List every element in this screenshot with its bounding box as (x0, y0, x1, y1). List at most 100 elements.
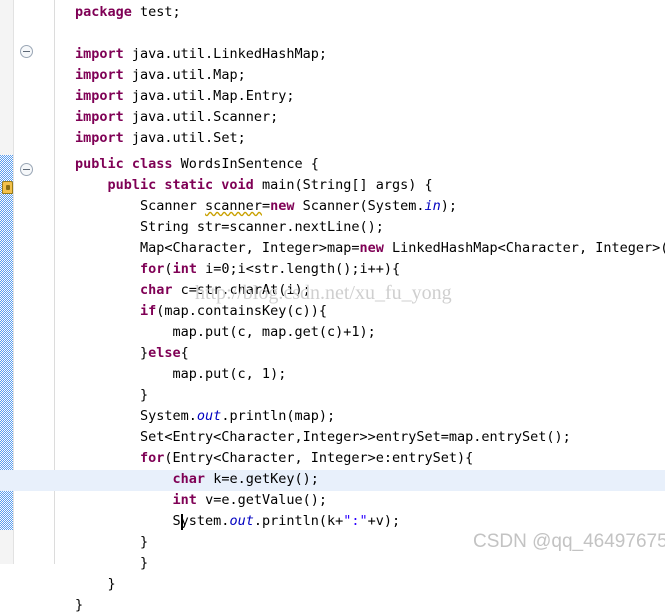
code-token: Set<Entry<Character,Integer>>entrySet=ma… (75, 429, 571, 445)
code-token: if (140, 303, 157, 319)
code-line-entryset[interactable]: Set<Entry<Character,Integer>>entrySet=ma… (75, 427, 571, 448)
code-line-for-loop-index[interactable]: for(int i=0;i<str.length();i++){ (75, 259, 400, 280)
code-token: import (75, 88, 124, 104)
code-line-println-pair[interactable]: System.out.println(k+":"+v); (75, 511, 401, 532)
code-token: new (270, 198, 295, 214)
code-token: new (359, 240, 384, 256)
java-code-editor[interactable]: package test; import java.util.LinkedHash… (0, 0, 665, 613)
code-line-main-signature[interactable]: public static void main(String[] args) { (75, 175, 433, 196)
code-token: Scanner (75, 198, 206, 214)
fold-marker-imports[interactable] (20, 45, 33, 58)
code-token: = (261, 198, 271, 214)
code-line-char-at[interactable]: char c=str.charAt(i); (75, 280, 311, 301)
code-line-class-declaration[interactable]: public class WordsInSentence { (75, 154, 319, 175)
key-warning-icon[interactable] (1, 181, 14, 199)
code-line-import-linkedhashmap[interactable]: import java.util.LinkedHashMap; (75, 44, 327, 65)
code-token: char (172, 471, 206, 487)
code-token: map.put(c, 1); (75, 366, 287, 382)
code-surface[interactable]: package test; import java.util.LinkedHash… (0, 0, 665, 613)
code-token: for (140, 261, 165, 277)
code-token: (Entry<Character, Integer>e:entrySet){ (164, 450, 474, 466)
code-token: ":" (343, 513, 368, 529)
code-token: } (75, 345, 149, 361)
code-token: String str=scanner.nextLine(); (75, 219, 384, 235)
code-line-if-contains-key[interactable]: if(map.containsKey(c)){ (75, 301, 327, 322)
code-token: test; (131, 4, 181, 20)
code-token: System. (75, 408, 197, 424)
code-token: in (424, 198, 441, 214)
code-line-for-each-entry[interactable]: for(Entry<Character, Integer>e:entrySet)… (75, 448, 473, 469)
code-token: char (140, 282, 173, 298)
code-token: public static void (107, 177, 254, 193)
code-token: .println(map); (221, 408, 336, 424)
code-line-import-scanner[interactable]: import java.util.Scanner; (75, 107, 278, 128)
code-token: out (229, 513, 254, 529)
code-line-import-map[interactable]: import java.util.Map; (75, 65, 246, 86)
code-token: +v); (367, 513, 401, 529)
code-line-map-init[interactable]: Map<Character, Integer>map=new LinkedHas… (75, 238, 665, 259)
code-token: scanner (205, 198, 262, 214)
code-token: } (75, 576, 116, 592)
code-line-read-string[interactable]: String str=scanner.nextLine(); (75, 217, 384, 238)
code-token: out (196, 408, 222, 424)
code-token: ); (440, 198, 458, 214)
code-token: int (172, 261, 197, 277)
code-token: LinkedHashMap<Character, Integer>(); (383, 240, 665, 256)
code-line-close-class[interactable]: } (75, 595, 83, 616)
code-line-package[interactable]: package test; (75, 2, 181, 23)
code-line-get-key[interactable]: char k=e.getKey(); (75, 469, 319, 490)
code-token: java.util.Map.Entry; (123, 88, 295, 104)
code-line-else[interactable]: }else{ (75, 343, 189, 364)
code-token: c=str.charAt(i); (172, 282, 311, 298)
code-token: k=e.getKey(); (205, 471, 319, 487)
code-token: } (75, 534, 149, 550)
code-token: else (148, 345, 181, 361)
code-token: System. (75, 513, 230, 529)
code-token: i=0;i<str.length();i++){ (196, 261, 401, 277)
code-token: } (75, 387, 149, 403)
code-token: } (75, 555, 149, 571)
code-token: v=e.getValue(); (196, 492, 327, 508)
key-warning-glyph (2, 181, 13, 194)
code-token: WordsInSentence { (172, 156, 319, 172)
code-token: java.util.Map; (123, 67, 246, 83)
code-token: int (172, 492, 197, 508)
code-line-get-value[interactable]: int v=e.getValue(); (75, 490, 327, 511)
code-token: } (75, 597, 84, 613)
code-token: for (140, 450, 165, 466)
code-token: import (75, 130, 124, 146)
code-token: Scanner(System. (294, 198, 425, 214)
code-token: map.put(c, map.get(c)+1); (75, 324, 376, 340)
code-line-map-put-one[interactable]: map.put(c, 1); (75, 364, 287, 385)
code-token: java.util.LinkedHashMap; (123, 46, 327, 62)
code-line-import-map-entry[interactable]: import java.util.Map.Entry; (75, 86, 294, 107)
code-token: import (75, 109, 124, 125)
code-line-close-if[interactable]: } (75, 385, 148, 406)
code-token: package (75, 4, 132, 20)
code-token: import (75, 67, 124, 83)
code-token: public class (75, 156, 173, 172)
code-line-close-main[interactable]: } (75, 574, 116, 595)
code-token: (map.containsKey(c)){ (156, 303, 327, 319)
code-token: java.util.Set; (123, 130, 246, 146)
code-line-map-put-increment[interactable]: map.put(c, map.get(c)+1); (75, 322, 376, 343)
code-token: main(String[] args) { (253, 177, 433, 193)
code-token: import (75, 46, 124, 62)
code-token: java.util.Scanner; (123, 109, 279, 125)
code-line-scanner-init[interactable]: Scanner scanner=new Scanner(System.in); (75, 196, 457, 217)
code-line-close-for-inner[interactable]: } (75, 532, 148, 553)
code-token: .println(k+ (253, 513, 344, 529)
code-token: Map<Character, Integer>map= (75, 240, 360, 256)
code-line-import-set[interactable]: import java.util.Set; (75, 128, 246, 149)
fold-marker-main-method[interactable] (20, 163, 33, 176)
code-token: { (180, 345, 189, 361)
code-token: ( (164, 261, 173, 277)
code-line-println-map[interactable]: System.out.println(map); (75, 406, 335, 427)
